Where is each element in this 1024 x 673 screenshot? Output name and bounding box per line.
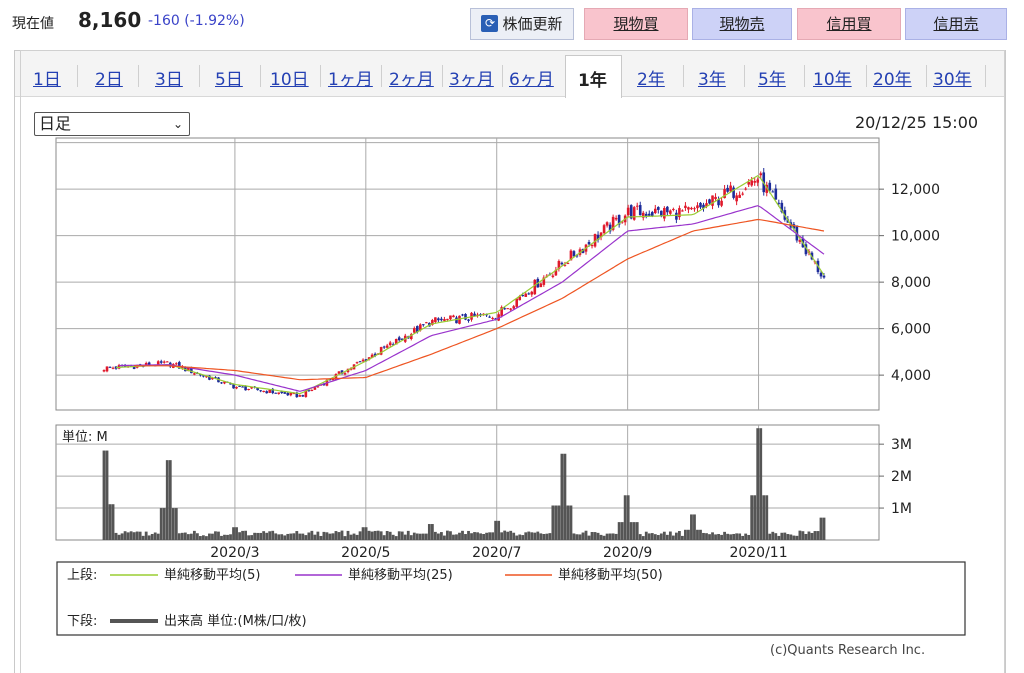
chart-timestamp: 20/12/25 15:00 xyxy=(855,113,979,132)
price-change: -160 (-1.92%) xyxy=(148,13,245,29)
chevron-down-icon: ⌄ xyxy=(172,117,183,131)
refresh-icon: ⟳ xyxy=(481,14,499,32)
margin-buy-button[interactable]: 信用買 xyxy=(797,8,901,40)
margin-sell-button[interactable]: 信用売 xyxy=(905,8,1007,40)
chart-area xyxy=(20,50,1005,673)
copyright-text: (c)Quants Research Inc. xyxy=(770,643,926,658)
spot-buy-button[interactable]: 現物買 xyxy=(584,8,688,40)
refresh-label: 株価更新 xyxy=(502,15,563,33)
interval-select-value: 日足 xyxy=(39,114,72,133)
price-value: 8,160 xyxy=(78,8,142,32)
quote-header: 現在値 8,160 -160 (-1.92%) ⟳ 株価更新 現物買 現物売 信用… xyxy=(0,0,1024,44)
interval-select[interactable]: 日足 ⌄ xyxy=(34,112,190,136)
price-label: 現在値 xyxy=(12,16,54,32)
spot-sell-button[interactable]: 現物売 xyxy=(692,8,792,40)
refresh-price-button[interactable]: ⟳ 株価更新 xyxy=(470,8,574,40)
